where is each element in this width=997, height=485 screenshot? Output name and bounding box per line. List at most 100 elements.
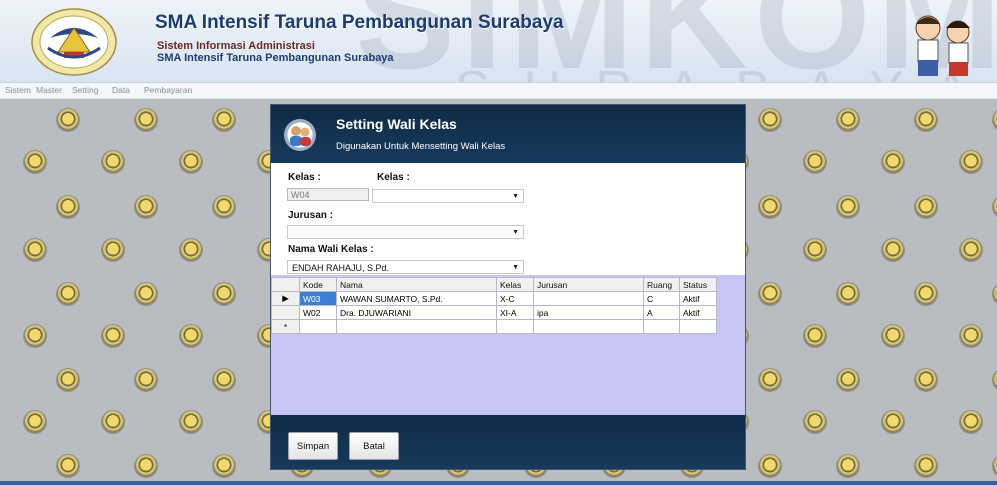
menu-item-data[interactable]: Data (112, 85, 130, 95)
emblem-tile-icon (915, 455, 937, 477)
menu-item-master[interactable]: Master (36, 85, 62, 95)
cell-nama[interactable]: Dra. DJUWARIANI (336, 305, 497, 320)
emblem-tile-icon (135, 109, 157, 131)
emblem-tile-icon (837, 455, 859, 477)
chevron-down-icon[interactable]: ▼ (512, 190, 519, 204)
emblem-tile-icon (24, 411, 46, 433)
emblem-tile-icon (24, 151, 46, 173)
app-title: SMA Intensif Taruna Pembangunan Surabaya (155, 12, 564, 33)
menu-bar: Sistem Master Setting Data Pembayaran (0, 83, 997, 99)
emblem-tile-icon (915, 283, 937, 305)
school-logo-icon (31, 8, 117, 76)
emblem-tile-icon (882, 151, 904, 173)
emblem-tile-icon (213, 196, 235, 218)
emblem-tile-icon (915, 369, 937, 391)
wali-kelas-grid[interactable]: Kode Nama Kelas Jurusan Ruang Status ▶ W… (271, 277, 717, 334)
setting-wali-kelas-dialog: Setting Wali Kelas Digunakan Untuk Mense… (270, 104, 746, 470)
dialog-title: Setting Wali Kelas (336, 116, 457, 132)
emblem-tile-icon (960, 239, 982, 261)
kelas-label: Kelas : (288, 172, 321, 183)
emblem-tile-icon (135, 455, 157, 477)
new-row[interactable]: * (271, 319, 717, 334)
kelas-code-input[interactable]: W04 (287, 188, 369, 201)
column-header-ruang[interactable]: Ruang (643, 277, 680, 292)
emblem-tile-icon (57, 369, 79, 391)
emblem-tile-icon (993, 455, 997, 477)
emblem-tile-icon (57, 455, 79, 477)
row-selector[interactable] (271, 305, 300, 320)
cell-jurusan[interactable] (533, 291, 644, 306)
emblem-tile-icon (213, 455, 235, 477)
new-row-asterisk-icon[interactable]: * (271, 319, 300, 334)
kelas-combo[interactable]: ▼ (372, 189, 524, 203)
cell-ruang[interactable] (643, 319, 680, 334)
emblem-tile-icon (180, 151, 202, 173)
cell-ruang[interactable]: A (643, 305, 680, 320)
cell-status[interactable] (679, 319, 717, 334)
emblem-tile-icon (57, 283, 79, 305)
table-row[interactable]: W02 Dra. DJUWARIANI XI-A ipa A Aktif (271, 305, 717, 320)
emblem-tile-icon (102, 325, 124, 347)
emblem-tile-icon (837, 283, 859, 305)
row-header-corner (271, 277, 300, 292)
kelas-select-label: Kelas : (377, 172, 410, 183)
user-group-icon (284, 119, 316, 151)
column-header-kode[interactable]: Kode (299, 277, 337, 292)
cell-status[interactable]: Aktif (679, 305, 717, 320)
emblem-tile-icon (24, 325, 46, 347)
cell-kode[interactable] (299, 319, 337, 334)
emblem-tile-icon (882, 239, 904, 261)
emblem-tile-icon (837, 369, 859, 391)
emblem-tile-icon (180, 325, 202, 347)
menu-item-sistem[interactable]: Sistem (5, 85, 31, 95)
wali-kelas-combo-value: ENDAH RAHAJU, S.Pd. (292, 263, 390, 273)
emblem-tile-icon (57, 109, 79, 131)
menu-item-pembayaran[interactable]: Pembayaran (144, 85, 192, 95)
column-header-status[interactable]: Status (679, 277, 717, 292)
simpan-button[interactable]: Simpan (288, 432, 338, 460)
cell-jurusan[interactable]: ipa (533, 305, 644, 320)
emblem-tile-icon (102, 239, 124, 261)
cell-nama[interactable]: WAWAN SUMARTO, S.Pd. (336, 291, 497, 306)
cell-jurusan[interactable] (533, 319, 644, 334)
emblem-tile-icon (915, 196, 937, 218)
column-header-jurusan[interactable]: Jurusan (533, 277, 644, 292)
chevron-down-icon[interactable]: ▼ (512, 226, 519, 240)
data-grid-area: Kode Nama Kelas Jurusan Ruang Status ▶ W… (271, 275, 745, 415)
chevron-down-icon[interactable]: ▼ (512, 261, 519, 275)
emblem-tile-icon (213, 109, 235, 131)
emblem-tile-icon (759, 109, 781, 131)
emblem-tile-icon (882, 325, 904, 347)
emblem-tile-icon (993, 196, 997, 218)
column-header-kelas[interactable]: Kelas (496, 277, 534, 292)
cell-kode[interactable]: W02 (299, 305, 337, 320)
emblem-tile-icon (57, 196, 79, 218)
app-subtitle: Sistem Informasi Administrasi (157, 40, 315, 52)
cell-status[interactable]: Aktif (679, 291, 717, 306)
column-header-nama[interactable]: Nama (336, 277, 497, 292)
menu-item-setting[interactable]: Setting (72, 85, 98, 95)
dialog-description: Digunakan Untuk Mensetting Wali Kelas (336, 141, 506, 152)
cell-kode[interactable]: W03 (299, 291, 337, 306)
table-row[interactable]: ▶ W03 WAWAN SUMARTO, S.Pd. X-C C Aktif (271, 291, 717, 306)
emblem-tile-icon (804, 411, 826, 433)
emblem-tile-icon (882, 411, 904, 433)
cell-ruang[interactable]: C (643, 291, 680, 306)
jurusan-combo[interactable]: ▼ (287, 225, 524, 239)
wali-kelas-combo[interactable]: ENDAH RAHAJU, S.Pd. ▼ (287, 260, 524, 274)
cell-kelas[interactable]: X-C (496, 291, 534, 306)
batal-button[interactable]: Batal (349, 432, 399, 460)
emblem-tile-icon (180, 411, 202, 433)
emblem-tile-icon (759, 369, 781, 391)
emblem-tile-icon (180, 239, 202, 261)
form-area: Kelas : Kelas : W04 ▼ Jurusan : ▼ Nama W… (271, 163, 745, 275)
cell-kelas[interactable] (496, 319, 534, 334)
cell-kelas[interactable]: XI-A (496, 305, 534, 320)
emblem-tile-icon (960, 411, 982, 433)
emblem-tile-icon (993, 109, 997, 131)
cell-nama[interactable] (336, 319, 497, 334)
emblem-tile-icon (837, 109, 859, 131)
row-selector-arrow-icon[interactable]: ▶ (271, 291, 300, 306)
emblem-tile-icon (213, 283, 235, 305)
emblem-tile-icon (915, 109, 937, 131)
